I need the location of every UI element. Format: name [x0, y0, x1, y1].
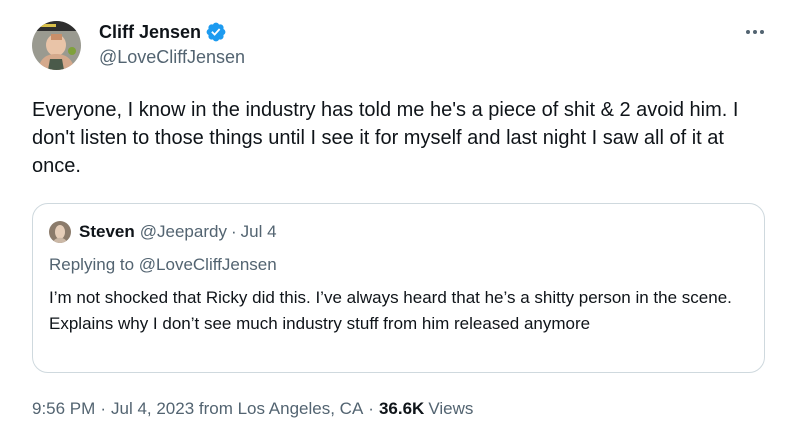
footer-separator-2: · — [368, 399, 374, 418]
quoted-date[interactable]: Jul 4 — [241, 222, 277, 241]
tweet-footer: 9:56 PM · Jul 4, 2023 from Los Angeles, … — [32, 399, 473, 419]
more-options-icon — [746, 30, 764, 34]
quoted-author-avatar[interactable] — [49, 221, 71, 243]
footer-separator: · — [100, 399, 106, 418]
author-display-name[interactable]: Cliff Jensen — [99, 22, 201, 43]
author-info: Cliff Jensen @LoveCliffJensen — [99, 19, 245, 68]
views-count: 36.6K — [378, 399, 425, 418]
author-handle[interactable]: @LoveCliffJensen — [99, 47, 245, 68]
quoted-tweet[interactable]: Steven @Jeepardy · Jul 4 Replying to @Love… — [32, 203, 765, 373]
tweet-text: Everyone, I know in the industry has tol… — [32, 99, 739, 177]
tweet-time[interactable]: 9:56 PM — [32, 399, 95, 419]
quoted-meta-separator: · — [230, 222, 237, 241]
quoted-meta: @Jeepardy · Jul 4 — [140, 222, 277, 242]
author-avatar[interactable] — [32, 21, 81, 70]
views-label: Views — [428, 399, 474, 418]
profile-photo-icon — [32, 21, 81, 70]
quoted-profile-photo-icon — [49, 221, 71, 243]
tweet-date-location[interactable]: Jul 4, 2023 from Los Angeles, CA — [111, 399, 363, 419]
verified-badge-icon — [206, 22, 226, 42]
quoted-author-handle[interactable]: @Jeepardy — [140, 222, 227, 241]
quoted-tweet-header: Steven @Jeepardy · Jul 4 — [49, 220, 277, 244]
quoted-replying-to: Replying to @LoveCliffJensen — [49, 255, 277, 274]
author-name-row: Cliff Jensen — [99, 19, 245, 45]
quoted-tweet-text: I’m not shocked that Ricky did this. I’v… — [49, 288, 732, 333]
quoted-author-name[interactable]: Steven — [79, 222, 135, 242]
more-options-button[interactable] — [740, 20, 770, 44]
